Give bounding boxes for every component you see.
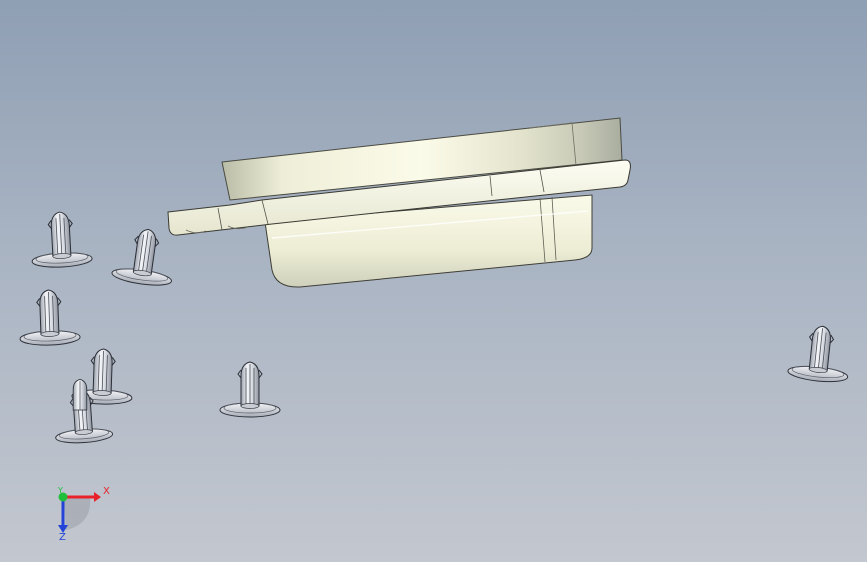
model-scene[interactable] xyxy=(0,0,867,562)
push-rivet-fastener[interactable] xyxy=(787,323,852,384)
x-axis-label: X xyxy=(103,486,110,497)
push-rivet-fastener[interactable] xyxy=(18,289,81,346)
z-axis-label: Z xyxy=(59,532,66,543)
coordinate-triad xyxy=(58,492,101,533)
push-rivet-fastener[interactable] xyxy=(219,361,281,418)
triad-shadow xyxy=(64,498,91,530)
push-rivet-fastener[interactable] xyxy=(30,210,93,268)
connector-housing[interactable] xyxy=(167,117,631,288)
y-axis-label: Y xyxy=(58,486,63,495)
x-axis-arrowhead xyxy=(94,492,101,502)
3d-graphics-viewport[interactable]: X Y Z xyxy=(0,0,867,562)
push-rivet-fastener[interactable] xyxy=(111,225,178,288)
push-rivet-fastener[interactable] xyxy=(72,378,88,411)
